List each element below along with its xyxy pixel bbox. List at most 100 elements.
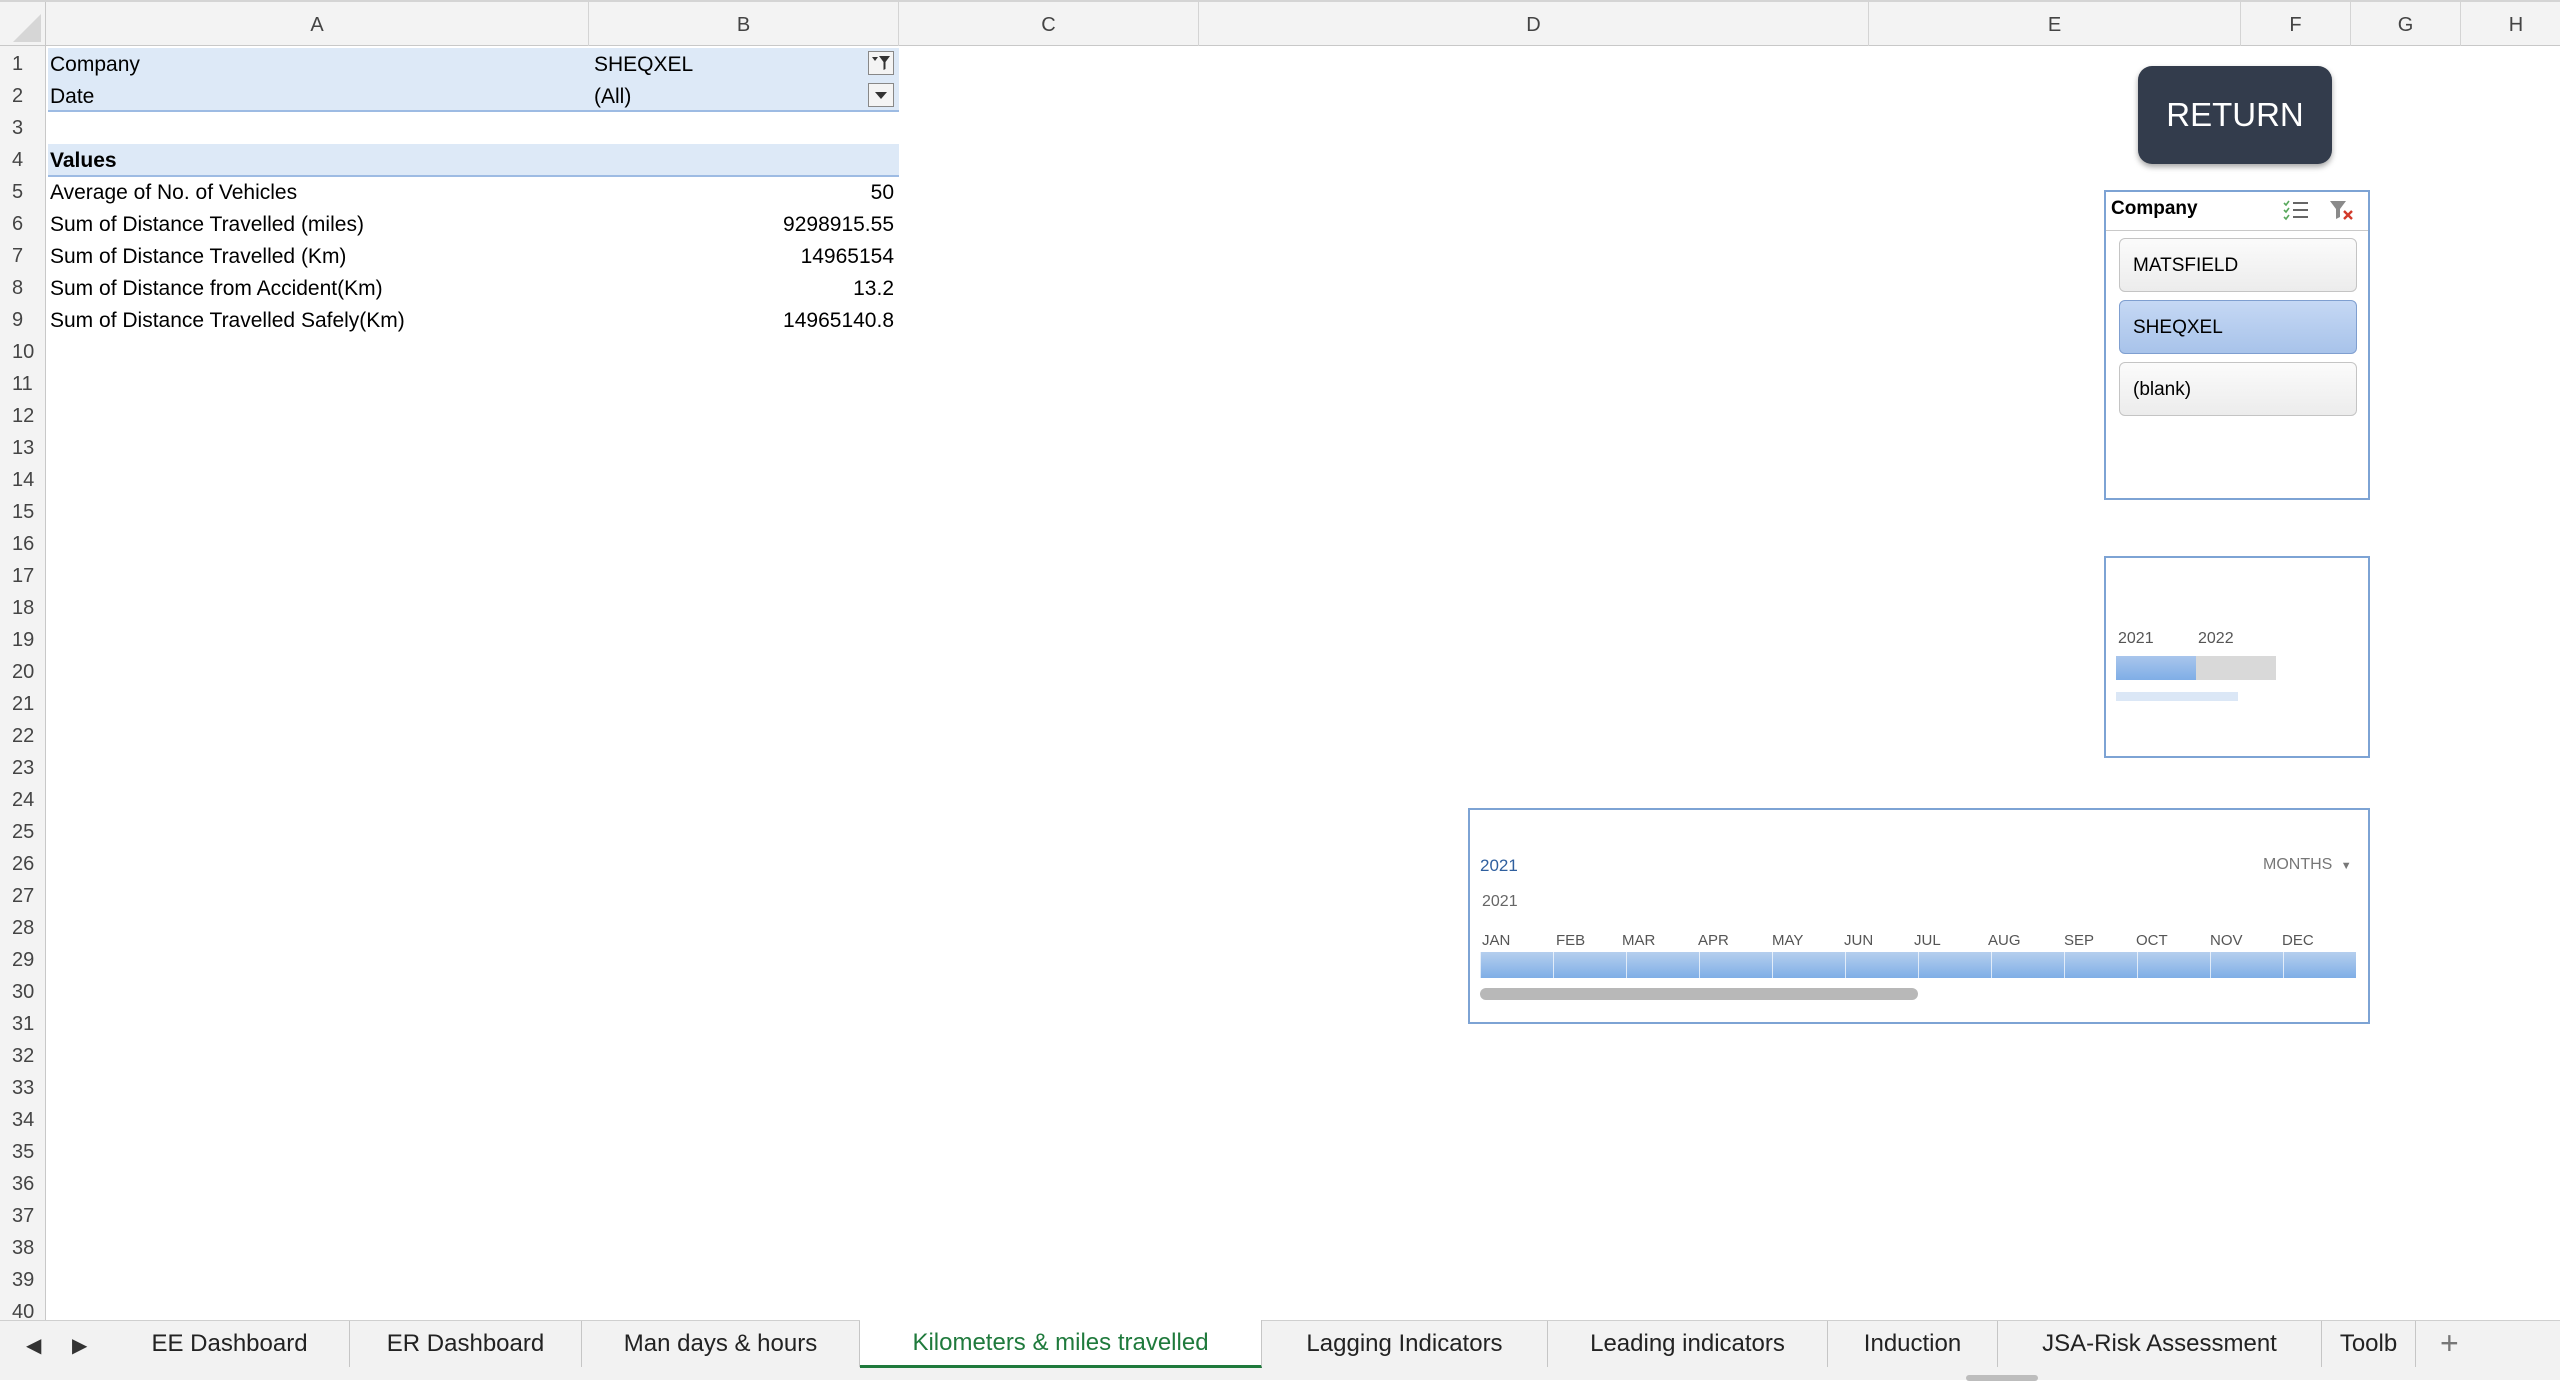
- pivot-filter-band: [48, 48, 899, 112]
- timeline-bar-2021[interactable]: [2116, 656, 2196, 680]
- timeline-bar-2022[interactable]: [2196, 656, 2276, 680]
- year-timeline[interactable]: 2021 2022: [2104, 556, 2370, 758]
- values-header: Values: [50, 149, 117, 172]
- row-header[interactable]: 37: [0, 1200, 46, 1232]
- row-header[interactable]: 23: [0, 752, 46, 784]
- row-header[interactable]: 12: [0, 400, 46, 432]
- multi-select-icon[interactable]: [2282, 198, 2310, 227]
- row-header[interactable]: 9: [0, 304, 46, 336]
- filter-value-company[interactable]: SHEQXEL: [594, 48, 693, 80]
- row-header[interactable]: 11: [0, 368, 46, 400]
- row-header[interactable]: 39: [0, 1264, 46, 1296]
- value-row-label[interactable]: Sum of Distance from Accident(Km): [50, 272, 383, 304]
- row-header[interactable]: 2: [0, 80, 46, 112]
- row-header[interactable]: 35: [0, 1136, 46, 1168]
- row-header[interactable]: 34: [0, 1104, 46, 1136]
- column-header-f[interactable]: F: [2241, 2, 2351, 46]
- row-header[interactable]: 1: [0, 48, 46, 80]
- value-row-label[interactable]: Sum of Distance Travelled (Km): [50, 240, 346, 272]
- row-header[interactable]: 15: [0, 496, 46, 528]
- date-timeline[interactable]: 2021 MONTHS ▼ 2021 JAN FEB MAR APR MAY J…: [1468, 808, 2370, 1024]
- sheet-tab-leading-indicators[interactable]: Leading indicators: [1548, 1321, 1828, 1367]
- row-header[interactable]: 31: [0, 1008, 46, 1040]
- timeline-month-label: AUG: [1988, 932, 2021, 949]
- row-header[interactable]: 27: [0, 880, 46, 912]
- sheet-tab-kilometers-miles[interactable]: Kilometers & miles travelled: [860, 1320, 1262, 1368]
- scroll-tabs-right-button[interactable]: ▶: [72, 1333, 87, 1358]
- column-header-e[interactable]: E: [1869, 2, 2241, 46]
- row-header[interactable]: 7: [0, 240, 46, 272]
- row-header[interactable]: 3: [0, 112, 46, 144]
- timeline-month-label: FEB: [1556, 932, 1586, 949]
- sheet-tab-man-days-hours[interactable]: Man days & hours: [582, 1321, 860, 1367]
- clear-filter-icon[interactable]: [2328, 198, 2356, 227]
- value-row-value[interactable]: 14965140.8: [600, 304, 894, 336]
- row-header[interactable]: 21: [0, 688, 46, 720]
- slicer-item-blank[interactable]: (blank): [2119, 362, 2357, 416]
- row-header[interactable]: 18: [0, 592, 46, 624]
- company-filter-button[interactable]: [868, 51, 894, 75]
- timeline-scrollbar[interactable]: [1480, 988, 1918, 1000]
- row-header[interactable]: 24: [0, 784, 46, 816]
- row-header[interactable]: 28: [0, 912, 46, 944]
- row-header[interactable]: 19: [0, 624, 46, 656]
- company-slicer[interactable]: Company MATSFIELD SHEQXEL (blank): [2104, 190, 2370, 500]
- date-filter-button[interactable]: [868, 83, 894, 107]
- sheet-tab-er-dashboard[interactable]: ER Dashboard: [350, 1321, 582, 1367]
- row-header-bar: 1 2 3 4 5 6 7 8 9 10 11 12 13 14 15 16 1…: [0, 46, 46, 1320]
- value-row-label[interactable]: Sum of Distance Travelled Safely(Km): [50, 304, 405, 336]
- row-header[interactable]: 33: [0, 1072, 46, 1104]
- sheet-tab-toolbox[interactable]: Toolb: [2322, 1321, 2416, 1367]
- timeline-level-selector[interactable]: MONTHS ▼: [2263, 856, 2352, 874]
- row-header[interactable]: 20: [0, 656, 46, 688]
- worksheet-grid[interactable]: A B C D E F G H 1 2 3 4 5 6 7 8 9 10 11 …: [0, 0, 2560, 1320]
- value-row-label[interactable]: Sum of Distance Travelled (miles): [50, 208, 364, 240]
- value-row-value[interactable]: 9298915.55: [600, 208, 894, 240]
- timeline-scrollbar[interactable]: [2116, 692, 2238, 701]
- slicer-item-sheqxel[interactable]: SHEQXEL: [2119, 300, 2357, 354]
- filter-label-date: Date: [50, 85, 95, 108]
- row-header[interactable]: 26: [0, 848, 46, 880]
- sheet-tab-induction[interactable]: Induction: [1828, 1321, 1998, 1367]
- row-header[interactable]: 14: [0, 464, 46, 496]
- row-header[interactable]: 13: [0, 432, 46, 464]
- sheet-tab-lagging-indicators[interactable]: Lagging Indicators: [1262, 1321, 1548, 1367]
- sheet-tab-jsa-risk-assessment[interactable]: JSA-Risk Assessment: [1998, 1321, 2322, 1367]
- filter-label-company: Company: [50, 53, 140, 76]
- value-row-value[interactable]: 13.2: [600, 272, 894, 304]
- row-header[interactable]: 25: [0, 816, 46, 848]
- row-header[interactable]: 36: [0, 1168, 46, 1200]
- column-header-c[interactable]: C: [899, 2, 1199, 46]
- row-header[interactable]: 38: [0, 1232, 46, 1264]
- column-header-a[interactable]: A: [46, 2, 589, 46]
- value-row-value[interactable]: 50: [600, 176, 894, 208]
- horizontal-scrollbar-thumb[interactable]: [1966, 1375, 2038, 1381]
- row-header[interactable]: 8: [0, 272, 46, 304]
- timeline-month-bar[interactable]: [1480, 952, 2356, 978]
- row-header[interactable]: 30: [0, 976, 46, 1008]
- row-header[interactable]: 17: [0, 560, 46, 592]
- slicer-header-divider: [2106, 230, 2368, 231]
- row-header[interactable]: 4: [0, 144, 46, 176]
- row-header[interactable]: 5: [0, 176, 46, 208]
- sheet-tab-ee-dashboard[interactable]: EE Dashboard: [110, 1321, 350, 1367]
- scroll-tabs-left-button[interactable]: ◀: [26, 1333, 41, 1358]
- column-header-h[interactable]: H: [2461, 2, 2560, 46]
- row-header[interactable]: 6: [0, 208, 46, 240]
- row-header[interactable]: 29: [0, 944, 46, 976]
- add-sheet-button[interactable]: +: [2440, 1325, 2459, 1362]
- column-header-d[interactable]: D: [1199, 2, 1869, 46]
- row-header[interactable]: 32: [0, 1040, 46, 1072]
- value-row-value[interactable]: 14965154: [600, 240, 894, 272]
- column-header-g[interactable]: G: [2351, 2, 2461, 46]
- select-all-corner[interactable]: [0, 2, 46, 46]
- column-header-b[interactable]: B: [589, 2, 899, 46]
- filter-value-date[interactable]: (All): [594, 80, 631, 112]
- value-row-label[interactable]: Average of No. of Vehicles: [50, 176, 297, 208]
- return-button[interactable]: RETURN: [2138, 66, 2332, 164]
- row-header[interactable]: 10: [0, 336, 46, 368]
- row-header[interactable]: 40: [0, 1296, 46, 1320]
- row-header[interactable]: 22: [0, 720, 46, 752]
- slicer-item-matsfield[interactable]: MATSFIELD: [2119, 238, 2357, 292]
- row-header[interactable]: 16: [0, 528, 46, 560]
